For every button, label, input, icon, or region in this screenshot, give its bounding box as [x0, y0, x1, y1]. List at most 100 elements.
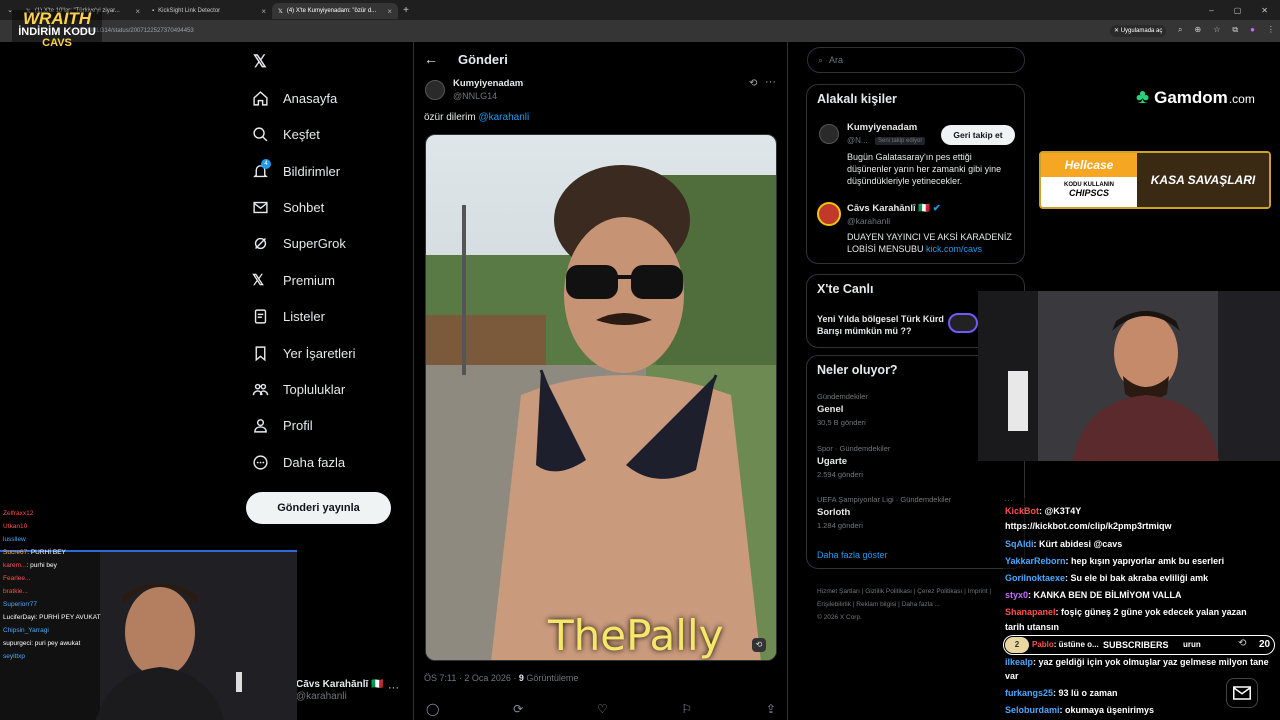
search-icon[interactable]: ⌕: [1178, 25, 1182, 35]
footer-link[interactable]: Çerez Politikası: [917, 588, 962, 595]
profile-icon: [254, 418, 267, 433]
sponsor-logo: WRAITH İNDİRİM KODU CAVS: [12, 10, 102, 62]
trend-item[interactable]: Spor · Gündemdekiler Ugarte 2.594 gönder…: [817, 444, 890, 479]
trend-item[interactable]: UEFA Şampiyonlar Ligi · Gündemdekiler So…: [817, 495, 951, 530]
trend-name: Ugarte: [817, 456, 848, 467]
share-icon[interactable]: ⇪: [766, 702, 776, 716]
footer-link[interactable]: Daha fazla ...: [902, 601, 940, 608]
profile-icon[interactable]: ●: [1250, 25, 1255, 35]
close-icon[interactable]: ×: [387, 7, 392, 16]
extensions-icon[interactable]: ⧉: [1232, 25, 1238, 35]
close-icon[interactable]: ×: [135, 7, 140, 16]
bookmark-icon[interactable]: ⚐: [681, 702, 692, 716]
nav-premium[interactable]: 𝕏 Premium: [252, 266, 335, 294]
person-bio: DUAYEN YAYINCI VE AKSİ KARADENİZ LOBİSİ …: [847, 231, 1019, 255]
footer-link[interactable]: Gizlilik Politikası: [865, 588, 912, 595]
author-name[interactable]: Kumyiyenadam: [453, 78, 523, 89]
nav-notifications[interactable]: 4 Bildirimler: [252, 157, 340, 185]
more-icon[interactable]: ···: [388, 682, 399, 694]
hellcase-cta: KASA SAVAŞLARI: [1137, 153, 1269, 207]
chat-message: ilkealp: yaz geldiği için yok olmuşlar y…: [1005, 657, 1269, 667]
search-box[interactable]: ⌕ Ara: [807, 47, 1025, 73]
post-media[interactable]: ThePally ⟲: [425, 134, 777, 661]
bio-link[interactable]: kick.com/cavs: [926, 244, 982, 254]
account-switcher[interactable]: Cāvs Karahānlī 🇮🇹 @karahanli: [296, 679, 384, 703]
nav-explore[interactable]: Keşfet: [252, 120, 320, 148]
nav-label: Bildirimler: [283, 163, 341, 179]
chat-message: supurgeci: puri pey awukat: [3, 640, 80, 647]
nav-label: Anasayfa: [283, 90, 338, 106]
nav-messages[interactable]: Sohbet: [252, 193, 324, 221]
chat-text: https://kickbot.com/clip/k2pmp3rtmiqw: [1005, 521, 1172, 531]
chat-user: Pablo: [1032, 640, 1054, 649]
chat-user: Superiorr77: [3, 601, 37, 608]
nav-grok[interactable]: SuperGrok: [252, 229, 346, 257]
chat-user: Shanapanel: [1005, 607, 1056, 617]
show-more-link[interactable]: Daha fazla göster: [817, 550, 888, 560]
refresh-icon: ⟲: [1238, 638, 1247, 649]
chat-text: : foşiç güneş 2 güne yok edecek yalan ya…: [1055, 607, 1247, 617]
nav-lists[interactable]: Listeler: [252, 302, 325, 330]
nav-label: SuperGrok: [283, 235, 346, 251]
back-arrow-icon[interactable]: ←: [424, 51, 438, 67]
chat-text: tarih utansın: [1005, 622, 1060, 632]
live-item[interactable]: Yeni Yılda bölgesel Türk Kürd Barışı müm…: [817, 313, 945, 337]
footer-link[interactable]: Hizmet Şartları: [817, 588, 860, 595]
chat-user: Zelfraxx12: [3, 510, 34, 517]
browser-tab-3[interactable]: 𝕏 (4) X'te Kumyiyenadam: "özür d... ×: [272, 3, 398, 19]
window-close-button[interactable]: ✕: [1261, 6, 1268, 15]
live-avatar[interactable]: [948, 313, 978, 333]
media-grok-icon[interactable]: ⟲: [752, 638, 766, 652]
mention-link[interactable]: @karahanli: [478, 112, 529, 123]
nav-home[interactable]: Anasayfa: [252, 84, 337, 112]
reply-icon[interactable]: ◯: [426, 702, 439, 716]
messages-fab[interactable]: [1226, 678, 1258, 708]
chat-user: Sucre67: [3, 549, 28, 556]
person-name[interactable]: Kumyiyenadam: [847, 122, 917, 133]
footer-link[interactable]: Imprint: [968, 588, 988, 595]
minimize-button[interactable]: –: [1209, 6, 1213, 15]
url-text[interactable]: x.com/NNLG14/status/2007122527370494453: [70, 24, 1270, 38]
person-handle: @karahanli: [847, 216, 891, 226]
tab-label: KickSight Link Detector: [158, 8, 221, 14]
nav-more[interactable]: Daha fazla: [252, 448, 345, 476]
like-icon[interactable]: ♡: [597, 702, 608, 716]
chat-user: Gorilnoktaexe: [1005, 573, 1066, 583]
live-title: X'te Canlı: [817, 282, 874, 296]
browser-tab-2[interactable]: ▪ KickSight Link Detector ×: [146, 3, 272, 19]
brand-bot: CAVS: [42, 37, 72, 49]
avatar[interactable]: [425, 80, 445, 100]
star-icon[interactable]: ☆: [1213, 25, 1220, 35]
open-in-app-chip[interactable]: ✕ Uygulamada aç: [1110, 25, 1167, 37]
maximize-button[interactable]: ▢: [1234, 6, 1242, 15]
post-button[interactable]: Gönderi yayınla: [246, 492, 391, 524]
hellcase-code: CHIPSCS: [1068, 188, 1109, 198]
chat-user: Fearlee...: [3, 575, 31, 582]
new-tab-button[interactable]: +: [398, 5, 414, 16]
home-icon: [253, 90, 268, 106]
chat-user: Utkan10: [3, 523, 28, 530]
repost-icon[interactable]: ⟳: [513, 702, 523, 716]
nav-bookmarks[interactable]: Yer İşaretleri: [252, 339, 356, 367]
post-text-body: özür dilerim: [424, 112, 479, 123]
footer-link[interactable]: Erişilebilirlik: [817, 601, 851, 608]
zoom-icon[interactable]: ⊕: [1194, 25, 1201, 35]
follow-back-button[interactable]: Geri takip et: [941, 125, 1015, 145]
x-logo-icon[interactable]: 𝕏: [253, 52, 267, 72]
nav-communities[interactable]: Topluluklar: [252, 375, 345, 403]
close-icon[interactable]: ×: [261, 7, 266, 16]
chat-message: https://kickbot.com/clip/k2pmp3rtmiqw: [1005, 521, 1172, 531]
trend-item[interactable]: Gündemdekiler Genel 30,5 B gönderi: [817, 392, 868, 427]
person-name-row[interactable]: Cāvs Karahānlī 🇮🇹 ✔: [847, 203, 941, 214]
footer-link[interactable]: Reklam bilgisi: [856, 601, 896, 608]
menu-icon[interactable]: ⋮: [1267, 25, 1275, 35]
author-handle[interactable]: @NNLG14: [453, 91, 497, 101]
nav-label: Topluluklar: [283, 381, 346, 397]
more-icon[interactable]: ···: [765, 76, 776, 88]
avatar[interactable]: [819, 124, 839, 144]
avatar[interactable]: [817, 202, 841, 226]
chat-message: KickBot: @K3T4Y: [1005, 506, 1081, 516]
trend-count: 30,5 B gönderi: [817, 418, 866, 427]
grok-icon[interactable]: ⟲: [749, 78, 757, 89]
nav-profile[interactable]: Profil: [252, 411, 313, 439]
